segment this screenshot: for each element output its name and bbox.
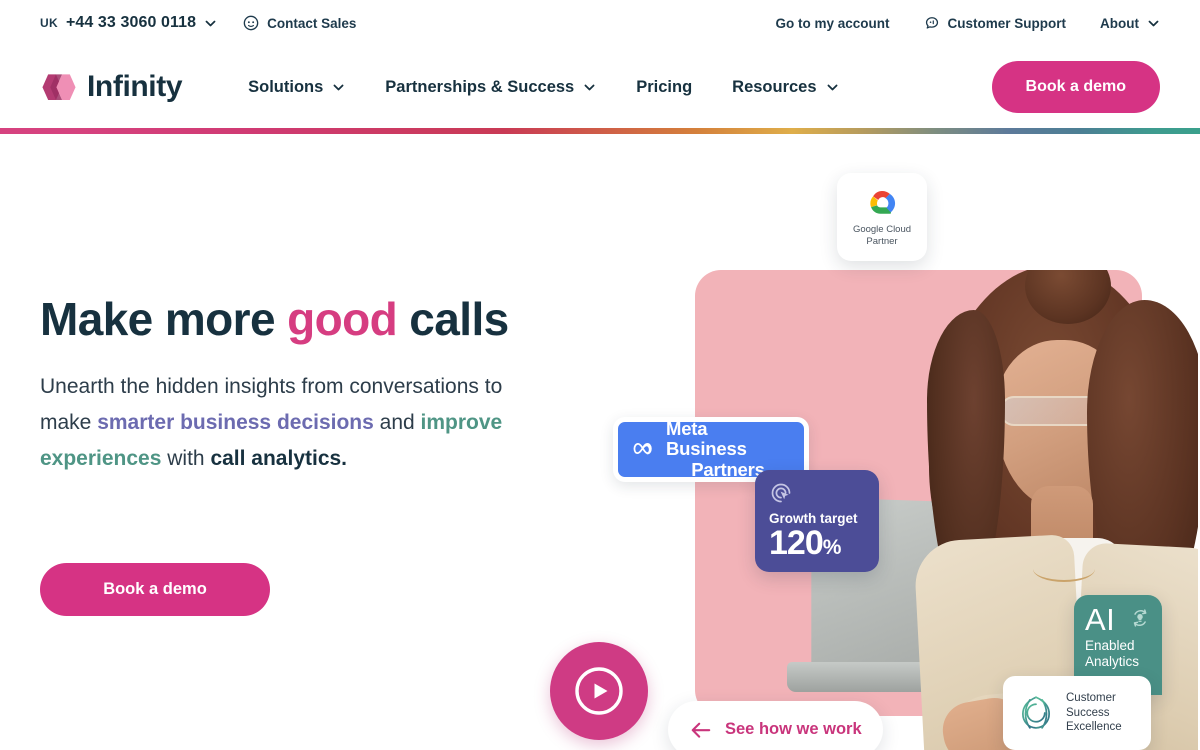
hero-subheading: Unearth the hidden insights from convers… — [40, 369, 510, 477]
nav-item-resources[interactable]: Resources — [712, 78, 858, 97]
about-label: About — [1100, 15, 1139, 31]
customer-support-link[interactable]: Customer Support — [924, 15, 1067, 31]
badge-growth-value-row: 120% — [769, 526, 866, 560]
headline-part-2: calls — [397, 293, 509, 345]
chat-bubble-icon — [924, 15, 940, 31]
hero-copy: Make more good calls Unearth the hidden … — [40, 295, 560, 477]
badge-ai-line2: Analytics — [1085, 654, 1140, 670]
badge-cse-line3: Excellence — [1066, 721, 1122, 734]
nav-item-partnerships-success-label: Partnerships & Success — [385, 77, 575, 96]
nav-item-pricing-label: Pricing — [636, 77, 693, 96]
badge-growth-target: Growth target 120% — [755, 470, 879, 572]
contact-sales-link[interactable]: Contact Sales — [243, 15, 356, 31]
nav-item-solutions-label: Solutions — [248, 77, 324, 96]
person-necklace — [1033, 556, 1095, 582]
chevron-down-icon — [583, 81, 596, 94]
phone-country-code: UK — [40, 16, 58, 30]
play-video-button[interactable] — [550, 642, 648, 740]
target-cursor-icon — [769, 481, 793, 505]
page-root: UK +44 33 3060 0118 Contact Sales Go to … — [0, 0, 1200, 750]
utility-bar-left: UK +44 33 3060 0118 Contact Sales — [40, 14, 356, 32]
badge-customer-success-excellence: Customer Success Excellence — [1003, 676, 1151, 750]
hero-visual: Google Cloud Partner Meta Business Partn… — [540, 173, 1200, 750]
badge-google-cloud-line1: Google Cloud — [852, 224, 912, 236]
badge-cse-label: Customer Success Excellence — [1066, 691, 1122, 736]
page-title: Make more good calls — [40, 295, 560, 344]
chevron-down-icon — [826, 81, 839, 94]
hero-book-a-demo-button[interactable]: Book a demo — [40, 563, 270, 616]
utility-bar-right: Go to my account Customer Support About — [775, 15, 1160, 31]
see-how-we-work-label: See how we work — [725, 720, 862, 738]
nav-item-resources-label: Resources — [732, 77, 817, 96]
subhead-text-2: and — [373, 410, 421, 434]
subhead-highlight-purple: smarter business decisions — [97, 410, 374, 434]
see-how-we-work-button[interactable]: See how we work — [668, 701, 883, 750]
chevron-down-icon — [332, 81, 345, 94]
nav-item-solutions[interactable]: Solutions — [228, 78, 365, 97]
headset-support-icon — [243, 15, 259, 31]
badge-google-cloud-label: Google Cloud Partner — [853, 224, 911, 248]
utility-bar: UK +44 33 3060 0118 Contact Sales Go to … — [0, 0, 1200, 46]
contact-sales-label: Contact Sales — [267, 15, 357, 31]
badge-cse-line2: Success — [1066, 706, 1110, 719]
about-menu[interactable]: About — [1100, 16, 1160, 31]
badge-google-cloud-line2: Partner — [866, 236, 898, 247]
phone-selector[interactable]: UK +44 33 3060 0118 — [40, 14, 217, 32]
play-circle-icon — [573, 665, 625, 717]
nav-item-pricing[interactable]: Pricing — [616, 78, 712, 97]
headline-part-1: Make more — [40, 293, 288, 345]
main-navigation: Infinity Solutions Partnerships & Succes… — [0, 46, 1200, 128]
badge-cse-line1: Customer — [1066, 691, 1116, 704]
meta-infinity-icon — [632, 441, 658, 459]
headline-highlight: good — [287, 293, 398, 345]
phone-number: +44 33 3060 0118 — [65, 14, 197, 31]
hero-section: Make more good calls Unearth the hidden … — [0, 134, 1200, 750]
header-book-a-demo-button[interactable]: Book a demo — [991, 61, 1160, 113]
badge-meta-line1: Meta Business — [666, 417, 747, 460]
badge-ai-title: AI — [1085, 602, 1116, 637]
infinity-logo-icon — [40, 72, 78, 102]
badge-ai-line1: Enabled — [1085, 638, 1135, 654]
subhead-text-3: with — [161, 446, 211, 470]
logo-wordmark: Infinity — [87, 70, 183, 103]
lightbulb-refresh-icon — [1129, 607, 1151, 629]
nav-item-partnerships-success[interactable]: Partnerships & Success — [365, 78, 616, 97]
customer-support-label: Customer Support — [947, 15, 1067, 31]
arrow-left-icon — [690, 721, 712, 739]
nav-links: Solutions Partnerships & Success Pricing… — [228, 78, 858, 97]
infinity-logo[interactable]: Infinity — [40, 70, 183, 104]
badge-ai-subtitle: Enabled Analytics — [1085, 638, 1151, 670]
badge-google-cloud-partner: Google Cloud Partner — [837, 173, 927, 261]
badge-growth-unit: % — [822, 536, 842, 559]
subhead-bold-navy: call analytics. — [210, 446, 348, 470]
chevron-down-icon — [204, 17, 217, 30]
chevron-down-icon — [1147, 17, 1160, 30]
google-cloud-icon — [862, 186, 902, 218]
go-to-my-account-label: Go to my account — [775, 15, 890, 31]
globe-excellence-icon — [1015, 692, 1057, 734]
badge-growth-value: 120 — [769, 524, 824, 562]
go-to-my-account-link[interactable]: Go to my account — [775, 16, 889, 31]
